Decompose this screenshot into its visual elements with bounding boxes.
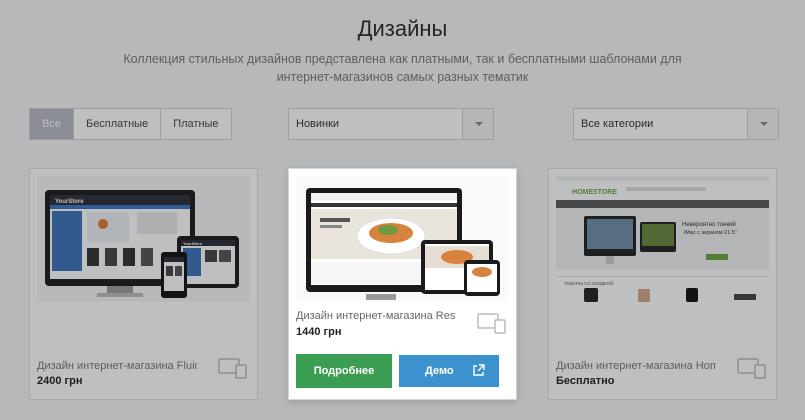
- sort-select-value: Новинки: [296, 118, 340, 130]
- category-select[interactable]: Все категории: [573, 108, 779, 140]
- design-name[interactable]: Дизайн интернет-магазина Fluid ...: [37, 360, 197, 372]
- design-name[interactable]: Дизайн интернет-магазина Home ...: [556, 360, 716, 372]
- external-link-icon: [473, 364, 485, 376]
- design-card-highlighted[interactable]: Дизайн интернет-магазина Resta... 1440 г…: [288, 168, 517, 400]
- design-price: Бесплатно: [556, 375, 615, 387]
- category-select-value: Все категории: [581, 118, 654, 130]
- design-card[interactable]: YourStore YourStore Дизайн интернет-мага…: [29, 168, 258, 400]
- page-title: Дизайны: [357, 16, 448, 41]
- homestore-screenshot-image: HOMESTORE Невероятно тонкий iMac с экран…: [556, 176, 769, 302]
- demo-button-label: Демо: [425, 365, 454, 377]
- responsive-devices-icon: [737, 358, 766, 379]
- tab-free[interactable]: Бесплатные: [72, 109, 161, 139]
- svg-text:iMac с экраном 21.5": iMac с экраном 21.5": [684, 230, 737, 236]
- responsive-devices-icon: [218, 358, 247, 379]
- design-price: 1440 грн: [296, 326, 342, 338]
- design-price: 2400 грн: [37, 375, 83, 387]
- restaurant-mockup-image: [296, 176, 509, 302]
- device-mockup-image: YourStore YourStore: [37, 176, 250, 302]
- design-name[interactable]: Дизайн интернет-магазина Resta...: [296, 310, 456, 322]
- price-filter-tabs: Все Бесплатные Платные: [29, 108, 232, 140]
- svg-text:ТОВАРЫ СО СКИДКОЙ: ТОВАРЫ СО СКИДКОЙ: [564, 279, 614, 286]
- chevron-down-icon[interactable]: [462, 109, 493, 139]
- tab-paid[interactable]: Платные: [160, 109, 231, 139]
- design-thumbnail[interactable]: HOMESTORE Невероятно тонкий iMac с экран…: [556, 176, 769, 302]
- demo-button-focus-ring: Демо: [396, 352, 502, 390]
- details-button[interactable]: Подробнее: [296, 354, 392, 388]
- svg-text:YourStore: YourStore: [183, 241, 203, 246]
- sort-select[interactable]: Новинки: [288, 108, 494, 140]
- svg-text:Невероятно тонкий: Невероятно тонкий: [682, 221, 736, 228]
- demo-button[interactable]: Демо: [399, 355, 499, 387]
- tab-all[interactable]: Все: [30, 109, 73, 139]
- page-subtitle: Коллекция стильных дизайнов представлена…: [123, 52, 682, 84]
- design-card[interactable]: HOMESTORE Невероятно тонкий iMac с экран…: [548, 168, 777, 400]
- svg-text:HOMESTORE: HOMESTORE: [572, 189, 617, 196]
- svg-text:YourStore: YourStore: [55, 199, 84, 205]
- responsive-devices-icon: [477, 313, 506, 334]
- design-thumbnail[interactable]: [296, 176, 509, 302]
- design-thumbnail[interactable]: YourStore YourStore: [37, 176, 250, 302]
- chevron-down-icon[interactable]: [747, 109, 778, 139]
